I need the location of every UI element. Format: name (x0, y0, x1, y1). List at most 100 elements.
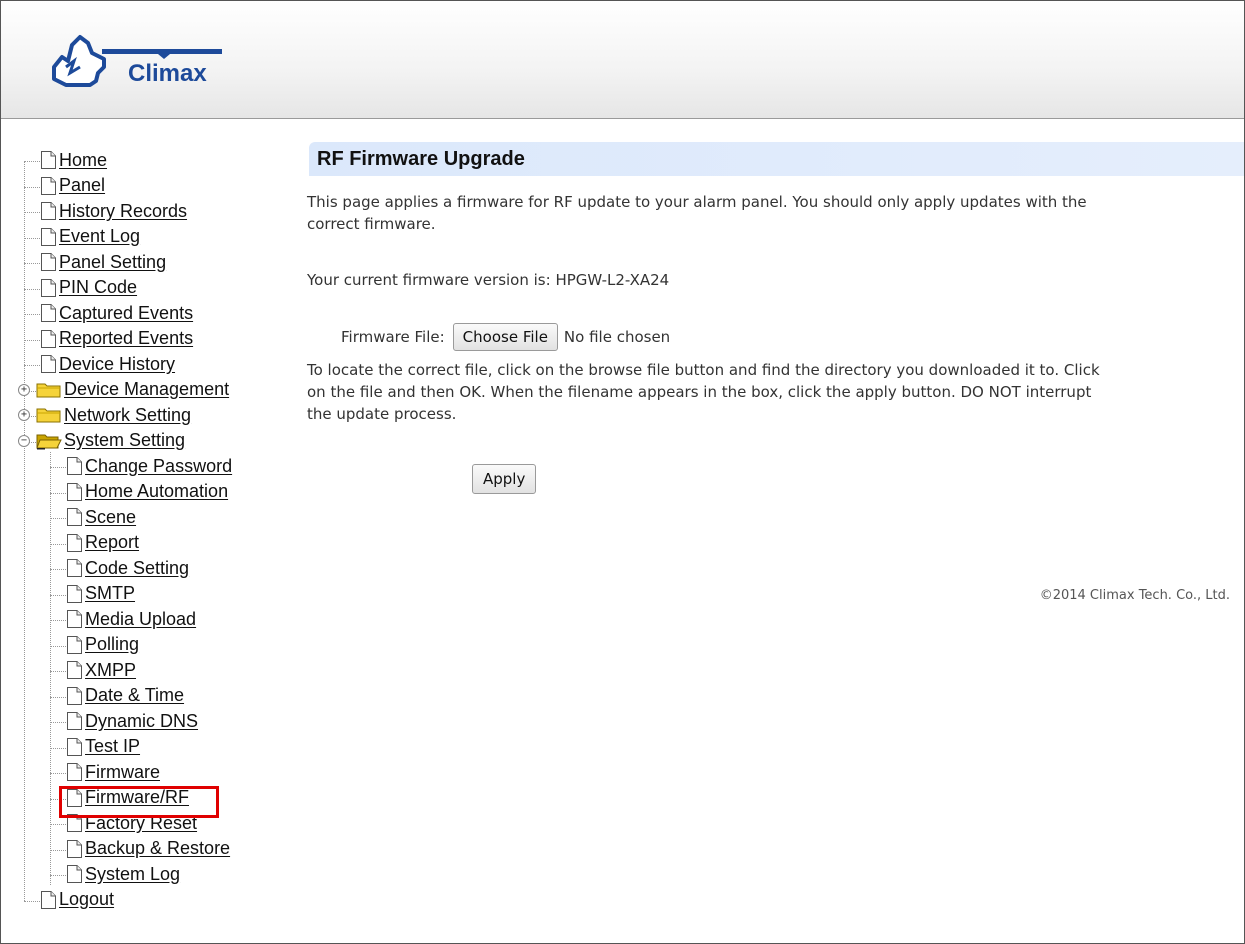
sidebar-item-smtp[interactable]: SMTP (66, 583, 135, 605)
sidebar-item-date-time[interactable]: Date & Time (66, 685, 184, 707)
sidebar-item-device-management[interactable]: Device Management (36, 379, 229, 401)
sidebar-item-label[interactable]: System Log (85, 864, 180, 885)
sidebar-item-label[interactable]: Test IP (85, 736, 140, 757)
file-icon (66, 584, 83, 604)
sidebar-item-label[interactable]: Panel (59, 175, 105, 196)
collapse-minus-icon[interactable]: − (18, 434, 30, 447)
apply-button[interactable]: Apply (472, 464, 537, 494)
sidebar-item-polling[interactable]: Polling (66, 634, 139, 656)
tree-connector (50, 696, 66, 698)
firmware-file-row: Firmware File: Choose File No file chose… (341, 323, 670, 351)
file-icon (66, 558, 83, 578)
tree-connector (50, 569, 66, 570)
sidebar-item-label[interactable]: Captured Events (59, 303, 193, 324)
file-icon (40, 252, 57, 272)
tree-branch-line (50, 451, 51, 885)
help-line-2: on the file and then OK. When the filena… (307, 383, 1092, 401)
sidebar-item-home[interactable]: Home (40, 149, 107, 171)
sidebar-item-label[interactable]: SMTP (85, 583, 135, 604)
sidebar-item-test-ip[interactable]: Test IP (66, 736, 140, 758)
sidebar-item-device-history[interactable]: Device History (40, 353, 175, 375)
sidebar-tree: Home Panel History Records Event Log Panel S… (18, 149, 281, 919)
svg-text:Climax: Climax (128, 60, 207, 87)
sidebar-item-label[interactable]: PIN Code (59, 277, 137, 298)
sidebar-item-pin-code[interactable]: PIN Code (40, 277, 137, 299)
sidebar-item-media-upload[interactable]: Media Upload (66, 608, 196, 630)
file-icon (66, 609, 83, 629)
file-icon (40, 329, 57, 349)
tree-connector (24, 900, 40, 902)
sidebar-item-label[interactable]: Firmware (85, 762, 160, 783)
sidebar-item-event-log[interactable]: Event Log (40, 226, 140, 248)
tree-connector (50, 594, 66, 596)
tree-connector (24, 161, 40, 162)
file-icon (66, 456, 83, 476)
sidebar-item-label[interactable]: Device Management (64, 379, 229, 400)
sidebar-item-label[interactable]: Dynamic DNS (85, 711, 198, 732)
file-icon (66, 686, 83, 706)
sidebar-item-scene[interactable]: Scene (66, 506, 136, 528)
sidebar-item-label[interactable]: Change Password (85, 456, 232, 477)
sidebar-item-change-password[interactable]: Change Password (66, 455, 232, 477)
sidebar-item-label[interactable]: Factory Reset (85, 813, 197, 834)
sidebar-item-label[interactable]: Polling (85, 634, 139, 655)
sidebar-item-firmware-rf[interactable]: Firmware/RF (66, 787, 189, 809)
sidebar-item-label[interactable]: Date & Time (85, 685, 184, 706)
choose-file-button[interactable]: Choose File (452, 323, 558, 351)
intro-line-2: correct firmware. (307, 215, 436, 233)
tree-connector (24, 263, 40, 264)
sidebar-item-home-automation[interactable]: Home Automation (66, 481, 228, 503)
sidebar-item-label[interactable]: Home Automation (85, 481, 228, 502)
tree-connector (50, 849, 66, 851)
sidebar-item-label[interactable]: Network Setting (64, 405, 191, 426)
sidebar-item-reported-events[interactable]: Reported Events (40, 328, 193, 350)
help-line-1: To locate the correct file, click on the… (307, 361, 1100, 379)
file-icon (40, 176, 57, 196)
sidebar-item-label[interactable]: Firmware/RF (85, 787, 189, 808)
sidebar-item-label[interactable]: Reported Events (59, 328, 193, 349)
tree-connector (50, 518, 66, 519)
sidebar-item-captured-events[interactable]: Captured Events (40, 302, 193, 324)
sidebar-item-firmware[interactable]: Firmware (66, 761, 160, 783)
tree-connector (50, 824, 66, 825)
climax-logo[interactable]: Climax (46, 23, 236, 93)
sidebar-item-label[interactable]: Event Log (59, 226, 140, 247)
sidebar-item-label[interactable]: XMPP (85, 660, 136, 681)
tree-connector (24, 314, 40, 315)
sidebar-item-system-log[interactable]: System Log (66, 863, 180, 885)
sidebar-item-label[interactable]: Backup & Restore (85, 838, 230, 859)
sidebar-item-label[interactable]: Home (59, 150, 107, 171)
sidebar-item-label[interactable]: Logout (59, 889, 114, 910)
file-icon (66, 507, 83, 527)
tree-connector (50, 543, 66, 545)
sidebar-item-panel[interactable]: Panel (40, 175, 105, 197)
sidebar-item-label[interactable]: Report (85, 532, 139, 553)
sidebar-item-backup-restore[interactable]: Backup & Restore (66, 838, 230, 860)
tree-connector (50, 722, 66, 723)
sidebar-item-xmpp[interactable]: XMPP (66, 659, 136, 681)
sidebar-item-label[interactable]: Panel Setting (59, 252, 166, 273)
sidebar-item-network-setting[interactable]: Network Setting (36, 404, 191, 426)
sidebar-item-history-records[interactable]: History Records (40, 200, 187, 222)
file-icon (66, 635, 83, 655)
sidebar-item-label[interactable]: Code Setting (85, 558, 189, 579)
file-icon (40, 201, 57, 221)
sidebar-item-factory-reset[interactable]: Factory Reset (66, 812, 197, 834)
sidebar-item-panel-setting[interactable]: Panel Setting (40, 251, 166, 273)
sidebar-item-code-setting[interactable]: Code Setting (66, 557, 189, 579)
intro-line-1: This page applies a firmware for RF upda… (307, 193, 1087, 211)
current-version-text: Your current firmware version is: HPGW-L… (307, 271, 670, 289)
file-icon (66, 737, 83, 757)
sidebar-item-label[interactable]: Media Upload (85, 609, 196, 630)
expand-plus-icon[interactable]: + (18, 409, 30, 421)
sidebar-item-label[interactable]: Device History (59, 354, 175, 375)
sidebar-item-label[interactable]: History Records (59, 201, 187, 222)
sidebar-item-system-setting[interactable]: System Setting (36, 430, 185, 452)
tree-connector (50, 773, 66, 774)
expand-plus-icon[interactable]: + (18, 383, 30, 396)
sidebar-item-report[interactable]: Report (66, 532, 139, 554)
sidebar-item-logout[interactable]: Logout (40, 889, 114, 911)
sidebar-item-dynamic-dns[interactable]: Dynamic DNS (66, 710, 198, 732)
sidebar-item-label[interactable]: Scene (85, 507, 136, 528)
sidebar-item-label[interactable]: System Setting (64, 430, 185, 451)
